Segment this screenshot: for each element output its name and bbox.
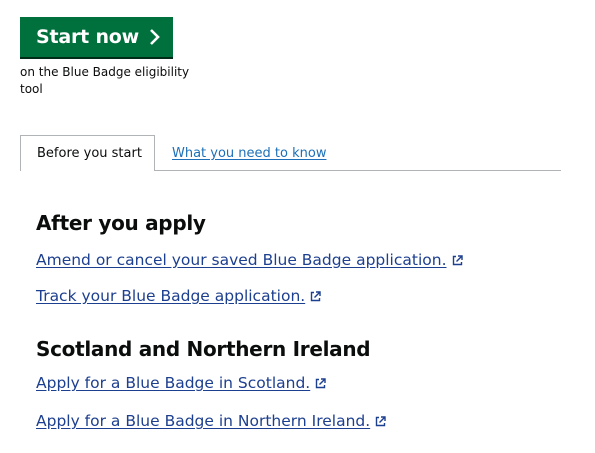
start-now-button[interactable]: Start now [20,17,173,57]
page: Start now on the Blue Badge eligibility … [0,0,595,453]
external-link-icon [310,290,321,302]
external-link-icon [452,254,463,266]
start-now-label: Start now [36,26,139,48]
link-label: Apply for a Blue Badge in Northern Irela… [36,412,371,430]
link-track-application[interactable]: Track your Blue Badge application. [36,287,321,305]
link-label: Apply for a Blue Badge in Scotland. [36,374,311,392]
external-link-icon [375,415,386,427]
start-caption: on the Blue Badge eligibility tool [20,65,190,96]
external-link-icon [315,377,326,389]
link-label: Amend or cancel your saved Blue Badge ap… [36,251,447,269]
tab-what-you-need-to-know[interactable]: What you need to know [172,135,326,171]
link-apply-northern-ireland[interactable]: Apply for a Blue Badge in Northern Irela… [36,412,386,430]
link-apply-scotland[interactable]: Apply for a Blue Badge in Scotland. [36,374,326,392]
chevron-right-icon [149,29,161,45]
tab-before-you-start[interactable]: Before you start [20,135,155,171]
link-amend-cancel-application[interactable]: Amend or cancel your saved Blue Badge ap… [36,251,463,269]
link-label: Track your Blue Badge application. [36,287,306,305]
tabs: Before you start What you need to know [20,135,561,171]
heading-scotland-northern-ireland: Scotland and Northern Ireland [36,337,371,361]
heading-after-you-apply: After you apply [36,211,206,235]
